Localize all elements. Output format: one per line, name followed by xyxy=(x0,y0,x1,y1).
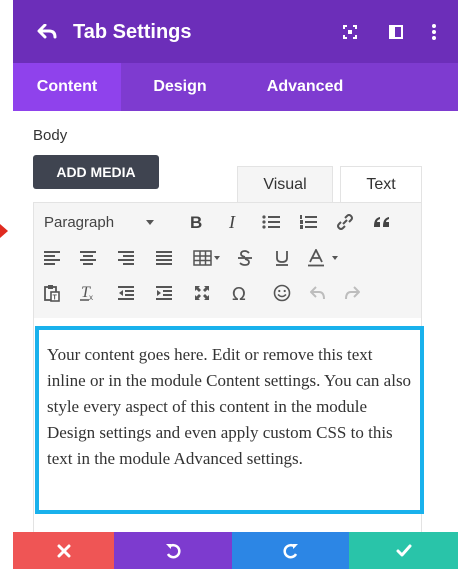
fullscreen-button[interactable] xyxy=(190,281,214,305)
toolbar-row xyxy=(34,241,421,275)
bullet-list-button[interactable] xyxy=(259,210,283,234)
indent-button[interactable] xyxy=(152,281,176,305)
table-button[interactable] xyxy=(190,246,224,270)
cancel-button[interactable] xyxy=(13,532,114,569)
close-icon xyxy=(57,544,70,557)
more-options-button[interactable] xyxy=(422,20,446,44)
align-justify-icon xyxy=(156,251,172,265)
underline-icon xyxy=(276,251,288,266)
align-right-button[interactable] xyxy=(114,246,138,270)
pointer-arrow xyxy=(0,224,8,238)
align-center-icon xyxy=(80,251,96,265)
expand-icon xyxy=(343,25,357,39)
align-center-button[interactable] xyxy=(76,246,100,270)
undo-button[interactable] xyxy=(114,532,232,569)
link-button[interactable] xyxy=(333,210,357,234)
undo-icon xyxy=(310,286,325,300)
tab-content[interactable]: Content xyxy=(13,63,121,111)
outdent-icon xyxy=(118,286,134,300)
indent-icon xyxy=(156,286,172,300)
toolbar-row: Paragraph B I xyxy=(34,205,421,239)
back-arrow-icon xyxy=(37,24,57,39)
strikethrough-button[interactable] xyxy=(233,246,257,270)
text-color-button[interactable] xyxy=(304,246,344,270)
strikethrough-icon xyxy=(238,250,252,266)
editor-tab-text[interactable]: Text xyxy=(340,166,422,202)
redo-button[interactable] xyxy=(232,532,349,569)
format-select[interactable]: Paragraph xyxy=(44,210,155,234)
special-char-icon: Ω xyxy=(232,284,246,302)
panel-header: Tab Settings xyxy=(13,0,458,63)
special-character-button[interactable]: Ω xyxy=(229,281,253,305)
emoji-button[interactable] xyxy=(270,281,294,305)
link-icon xyxy=(337,214,353,230)
more-icon xyxy=(432,24,436,40)
fullscreen-icon xyxy=(195,286,209,300)
bold-button[interactable]: B xyxy=(184,210,208,234)
redo-icon xyxy=(345,286,360,300)
editor-tab-visual[interactable]: Visual xyxy=(237,166,333,202)
undo-icon xyxy=(166,543,181,558)
emoji-icon xyxy=(273,284,291,302)
tab-settings-panel: Tab Settings Content Design Advanced Bod… xyxy=(13,0,458,569)
blockquote-icon xyxy=(374,217,389,227)
outdent-button[interactable] xyxy=(114,281,138,305)
page-title: Tab Settings xyxy=(73,21,192,43)
toolbar-row: T T x Ω xyxy=(34,276,421,310)
clear-format-button[interactable]: T x xyxy=(76,281,100,305)
svg-text:Ω: Ω xyxy=(232,284,246,302)
bullet-list-icon xyxy=(262,215,280,229)
body-field-label: Body xyxy=(33,127,68,144)
align-left-button[interactable] xyxy=(40,246,64,270)
paste-icon: T xyxy=(44,285,60,302)
clear-format-icon: T x xyxy=(80,285,93,301)
split-view-icon xyxy=(389,25,403,39)
expand-button[interactable] xyxy=(338,20,362,44)
body-content-editor[interactable]: Your content goes here. Edit or remove t… xyxy=(35,326,424,514)
align-right-icon xyxy=(118,251,134,265)
save-button[interactable] xyxy=(349,532,458,569)
editor-undo-button[interactable] xyxy=(306,281,330,305)
settings-tabs: Content Design Advanced xyxy=(13,63,458,111)
chevron-down-icon xyxy=(146,219,155,225)
check-icon xyxy=(396,544,411,556)
text-color-icon xyxy=(308,249,338,267)
numbered-list-button[interactable] xyxy=(296,210,320,234)
numbered-list-icon xyxy=(300,215,317,229)
add-media-button[interactable]: ADD MEDIA xyxy=(33,155,159,189)
italic-icon: I xyxy=(228,214,236,230)
tab-design[interactable]: Design xyxy=(121,63,239,111)
align-justify-button[interactable] xyxy=(152,246,176,270)
svg-text:x: x xyxy=(89,293,93,301)
split-view-button[interactable] xyxy=(384,20,408,44)
format-select-value: Paragraph xyxy=(44,213,115,231)
table-icon xyxy=(193,250,220,266)
panel-footer xyxy=(13,532,458,569)
italic-button[interactable]: I xyxy=(222,210,246,234)
underline-button[interactable] xyxy=(270,246,294,270)
redo-icon xyxy=(282,543,298,558)
svg-text:B: B xyxy=(190,214,202,230)
paste-text-button[interactable]: T xyxy=(40,281,64,305)
svg-text:T: T xyxy=(53,295,58,302)
back-button[interactable] xyxy=(33,18,61,46)
blockquote-button[interactable] xyxy=(370,210,394,234)
tab-advanced[interactable]: Advanced xyxy=(239,63,371,111)
svg-text:I: I xyxy=(228,214,236,230)
editor-toolbar: Paragraph B I T T x Ω xyxy=(33,202,422,318)
bold-icon: B xyxy=(190,214,202,230)
align-left-icon xyxy=(44,251,60,265)
editor-redo-button[interactable] xyxy=(340,281,364,305)
